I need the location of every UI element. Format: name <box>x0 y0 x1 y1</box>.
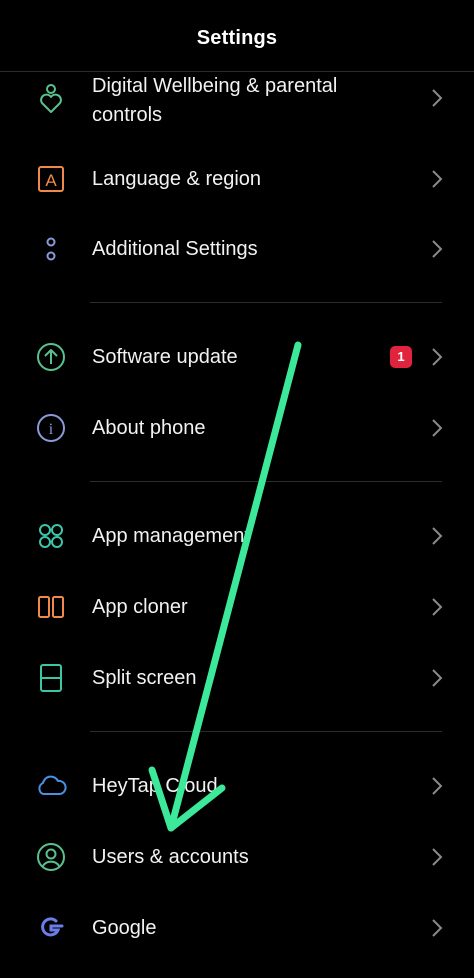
app-grid-icon <box>34 519 68 553</box>
language-icon: A <box>34 162 68 196</box>
chevron-right-icon <box>428 87 446 109</box>
chevron-right-icon <box>428 417 446 439</box>
chevron-right-icon <box>428 775 446 797</box>
section-divider <box>90 481 442 482</box>
settings-item-split-screen[interactable]: Split screen <box>0 659 474 699</box>
google-icon <box>34 911 68 945</box>
chevron-right-icon <box>428 168 446 190</box>
settings-item-google[interactable]: Google <box>0 909 474 949</box>
settings-item-label: Additional Settings <box>92 238 258 260</box>
update-count-badge: 1 <box>390 346 412 368</box>
section-divider <box>90 731 442 732</box>
update-arrow-icon <box>34 340 68 374</box>
svg-text:A: A <box>45 171 57 190</box>
settings-item-heytap-cloud[interactable]: HeyTap Cloud <box>0 767 474 807</box>
settings-item-label: HeyTap Cloud <box>92 775 218 797</box>
svg-text:i: i <box>49 421 54 438</box>
chevron-right-icon <box>428 525 446 547</box>
settings-item-label: App cloner <box>92 596 188 618</box>
split-screen-icon <box>34 661 68 695</box>
settings-item-label: App management <box>92 525 250 547</box>
settings-item-label: Language & region <box>92 168 262 190</box>
chevron-right-icon <box>428 917 446 939</box>
settings-item-digital-wellbeing[interactable]: Digital Wellbeing & parental controls <box>0 72 474 156</box>
settings-item-label: Users & accounts <box>92 846 249 868</box>
chevron-right-icon <box>428 346 446 368</box>
user-icon <box>34 840 68 874</box>
settings-item-label: Split screen <box>92 667 197 689</box>
more-dots-icon <box>34 232 68 266</box>
settings-item-users-accounts[interactable]: Users & accounts <box>0 838 474 878</box>
cloud-icon <box>34 769 68 803</box>
settings-item-language-region[interactable]: A Language & region <box>0 160 474 200</box>
settings-item-label: Digital Wellbeing & parental controls <box>92 75 338 126</box>
settings-item-app-cloner[interactable]: App cloner <box>0 588 474 628</box>
section-divider <box>90 302 442 303</box>
settings-item-additional-settings[interactable]: Additional Settings <box>0 230 474 270</box>
chevron-right-icon <box>428 596 446 618</box>
chevron-right-icon <box>428 846 446 868</box>
settings-item-software-update[interactable]: Software update 1 <box>0 338 474 378</box>
wellbeing-icon <box>34 82 68 116</box>
chevron-right-icon <box>428 667 446 689</box>
chevron-right-icon <box>428 238 446 260</box>
info-icon: i <box>34 411 68 445</box>
app-cloner-icon <box>34 590 68 624</box>
page-title: Settings <box>196 27 278 49</box>
settings-item-label: Google <box>92 917 157 939</box>
settings-item-label: About phone <box>92 417 206 439</box>
settings-item-about-phone[interactable]: i About phone <box>0 409 474 449</box>
settings-item-label: Software update <box>92 346 238 368</box>
top-app-bar: Settings <box>0 0 474 72</box>
settings-item-app-management[interactable]: App management <box>0 517 474 557</box>
